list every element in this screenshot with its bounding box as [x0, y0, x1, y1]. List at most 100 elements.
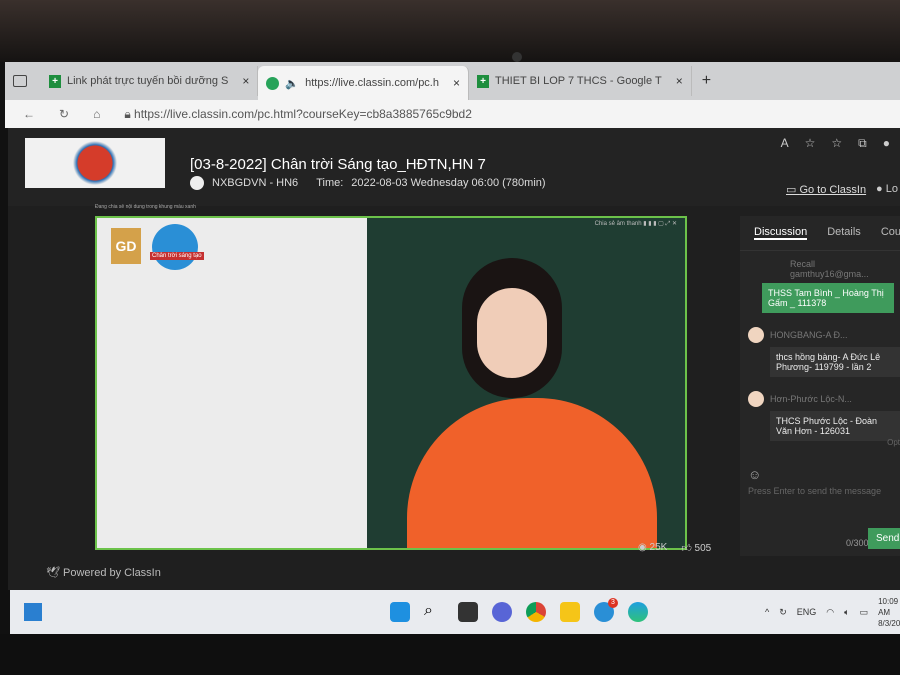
taskbar-apps: ⌕ 3 — [390, 598, 648, 622]
host-name: NXBGDVN - HN6 — [212, 177, 299, 189]
school-logo — [25, 138, 165, 188]
views-count: 25K — [649, 542, 668, 553]
message-input[interactable]: Press Enter to send the message — [748, 486, 900, 496]
search-icon[interactable]: ⌕ — [424, 602, 444, 622]
seal-icon — [73, 141, 117, 185]
zalo-icon[interactable]: 3 — [594, 598, 618, 622]
edge-icon[interactable] — [628, 602, 648, 622]
sync-icon[interactable]: ↻ — [779, 607, 787, 618]
tab-actions-icon[interactable] — [13, 75, 27, 87]
sheets-icon: + — [49, 74, 61, 88]
browser-tab-link[interactable]: + Link phát trực tuyến bồi dưỡng S × — [41, 66, 259, 96]
close-tab-icon[interactable]: × — [242, 74, 249, 88]
my-message-meta: Recall gamthuy16@gma... — [790, 259, 900, 279]
ctst-logo: Chân trời sáng tạo — [150, 224, 204, 270]
start-icon[interactable] — [390, 602, 410, 622]
tab-label: THIET BI LOP 7 THCS - Google T — [495, 75, 662, 87]
presenter-face — [477, 288, 547, 378]
tab-label: https://live.classin.com/pc.h — [305, 77, 439, 89]
file-explorer-icon[interactable] — [560, 602, 580, 622]
new-tab-button[interactable]: + — [702, 72, 711, 90]
home-icon[interactable]: ⌂ — [93, 107, 100, 121]
powered-label: Powered by ClassIn — [63, 567, 161, 579]
classin-icon — [266, 76, 280, 90]
url-text: https://live.classin.com/pc.html?courseK… — [134, 106, 472, 121]
meet-icon[interactable] — [492, 602, 512, 622]
emoji-icon[interactable]: ☺ — [748, 467, 900, 482]
clock-date: 8/3/2022 — [878, 618, 900, 628]
slide-area: GD Chân trời sáng tạo — [97, 218, 367, 548]
recall-link[interactable]: Recall — [790, 259, 815, 269]
clock[interactable]: 10:09 AM8/3/2022 — [878, 596, 900, 629]
chevron-up-icon[interactable]: ^ — [765, 607, 769, 617]
classin-page: [03-8-2022] Chân trời Sáng tạo_HĐTN,HN 7… — [8, 128, 900, 590]
course-header: [03-8-2022] Chân trời Sáng tạo_HĐTN,HN 7… — [8, 128, 900, 206]
my-message: THSS Tam Bình _ Hoàng Thị Gấm _ 111378 — [762, 283, 894, 313]
tab-discussion[interactable]: Discussion — [754, 226, 808, 240]
browser-tab-classin[interactable]: 🔈 https://live.classin.com/pc.h × — [258, 66, 469, 100]
laptop-bezel-bottom — [0, 634, 900, 675]
chrome-icon[interactable] — [526, 602, 546, 622]
avatar — [748, 327, 764, 343]
system-tray: ^ ↻ ENG ◠ 🔈︎ ▭ 10:09 AM8/3/2022 — [765, 596, 900, 629]
monitor-icon: ▭ — [786, 184, 800, 196]
lock-icon: 🔒︎ — [124, 106, 135, 121]
battery-icon[interactable]: ▭ — [860, 607, 869, 618]
read-aloud-icon[interactable]: A — [781, 136, 789, 151]
message-text: THCS Phước Lộc - Đoàn Văn Hơn - 126031 — [770, 411, 900, 441]
avatar — [748, 391, 764, 407]
wifi-icon[interactable]: ◠ — [826, 607, 834, 618]
close-tab-icon[interactable]: × — [676, 74, 683, 88]
tab-details[interactable]: Details — [827, 226, 861, 240]
favorites-icon[interactable]: ☆ — [831, 136, 842, 151]
refresh-icon[interactable]: ↻ — [59, 107, 69, 121]
send-button[interactable]: Send — [868, 528, 900, 549]
profile-icon[interactable]: ● — [883, 136, 890, 151]
my-email: gamthuy16@gma... — [790, 269, 869, 279]
course-title: [03-8-2022] Chân trời Sáng tạo_HĐTN,HN 7 — [190, 156, 486, 173]
tab-course[interactable]: Cours — [881, 226, 900, 240]
back-icon[interactable]: ← — [23, 107, 35, 121]
address-bar: ← ↻ ⌂ 🔒︎ https://live.classin.com/pc.htm… — [5, 100, 900, 128]
eye-icon: ◉ — [638, 542, 650, 553]
options-link[interactable]: Opt — [887, 438, 900, 447]
collections-icon[interactable]: ⧉ — [858, 136, 867, 151]
chat-message: HONGBANG-A Đ... thcs hồng bàng- A Đức Lê… — [748, 327, 900, 377]
classin-bird-icon: 🕊︎ — [46, 567, 64, 579]
go-to-classin-link[interactable]: ▭ Go to ClassIn — [786, 183, 866, 196]
message-user: Hơn-Phước Lộc-N... — [770, 394, 852, 404]
panel-tabs: Discussion Details Cours — [740, 216, 900, 251]
laptop-bezel — [0, 0, 900, 62]
host-avatar — [190, 176, 204, 190]
course-meta: NXBGDVN - HN6 Time: 2022-08-03 Wednesday… — [190, 176, 546, 190]
share-notice: Đang chia sẻ nội dung trong khung màu xa… — [95, 204, 196, 210]
speaker-icon[interactable]: 🔈 — [285, 77, 299, 90]
message-user: HONGBANG-A Đ... — [770, 330, 848, 340]
favorite-icon[interactable]: ☆ — [805, 136, 816, 151]
sheets-icon: + — [477, 74, 489, 88]
gd-logo: GD — [111, 228, 141, 264]
close-tab-icon[interactable]: × — [453, 76, 460, 90]
discussion-panel: Discussion Details Cours Recall gamthuy1… — [740, 216, 900, 556]
go-to-classin-label: Go to ClassIn — [799, 184, 867, 196]
tab-label: Link phát trực tuyến bồi dưỡng S — [67, 75, 229, 87]
clock-time: 10:09 AM — [878, 596, 899, 617]
likes-count: 505 — [694, 543, 712, 554]
widgets-icon[interactable] — [24, 603, 42, 621]
zalo-badge: 3 — [608, 598, 618, 608]
share-audio-button[interactable]: Chia sẻ âm thanh — [595, 221, 642, 227]
browser-toolbar-icons: A ☆ ☆ ⧉ ● — [781, 136, 890, 151]
login-label: Lo — [885, 183, 898, 195]
likes[interactable]: 👍︎ 505 — [681, 542, 711, 554]
browser-tab-bar: + Link phát trực tuyến bồi dưỡng S × 🔈 http… — [5, 62, 900, 100]
login-link[interactable]: ● Lo — [876, 183, 898, 195]
volume-icon[interactable]: 🔈︎ — [844, 607, 849, 618]
live-video[interactable]: GD Chân trời sáng tạo Chia sẻ âm thanh ▮… — [95, 216, 687, 550]
views: ◉ 25K — [638, 542, 667, 554]
url-input[interactable]: 🔒︎ https://live.classin.com/pc.html?cour… — [124, 107, 472, 122]
language-indicator[interactable]: ENG — [797, 607, 817, 617]
time-label: Time: — [316, 177, 344, 189]
browser-tab-thiet-bi[interactable]: + THIET BI LOP 7 THCS - Google T × — [469, 66, 692, 96]
task-view-icon[interactable] — [458, 602, 478, 622]
video-stats: ◉ 25K 👍︎ 505 — [638, 542, 711, 554]
